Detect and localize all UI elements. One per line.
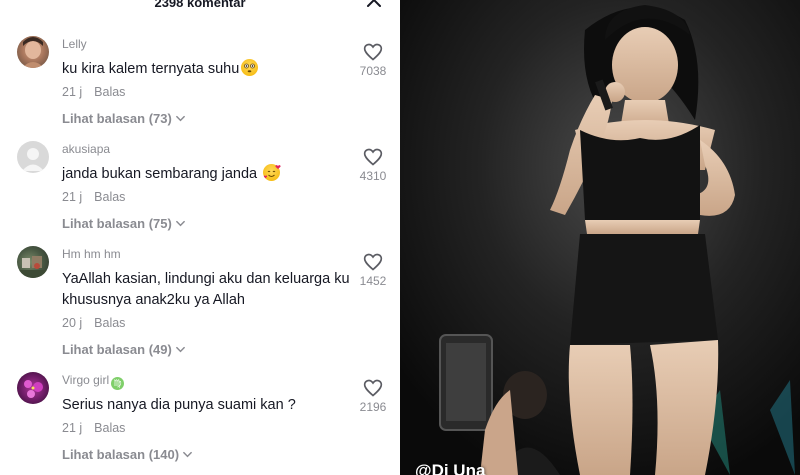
like-control: 4310 bbox=[356, 147, 390, 183]
reply-button[interactable]: Balas bbox=[94, 421, 125, 435]
video-frame[interactable]: @Dj Una bbox=[400, 0, 800, 475]
heart-icon[interactable] bbox=[363, 42, 383, 62]
view-replies-label: Lihat balasan (49) bbox=[62, 342, 172, 357]
comment-meta: 20 j Balas bbox=[62, 316, 125, 330]
view-replies-label: Lihat balasan (140) bbox=[62, 447, 180, 462]
comment-time: 21 j bbox=[62, 190, 83, 204]
avatar[interactable] bbox=[17, 372, 49, 404]
close-icon[interactable] bbox=[364, 0, 384, 10]
view-replies-label: Lihat balasan (75) bbox=[62, 216, 172, 231]
video-still bbox=[400, 0, 800, 475]
chevron-down-icon bbox=[175, 115, 185, 122]
comments-header: 2398 komentar bbox=[0, 0, 400, 14]
reply-button[interactable]: Balas bbox=[94, 316, 125, 330]
comment-meta: 21 j Balas bbox=[62, 190, 125, 204]
like-control: 2196 bbox=[356, 378, 390, 414]
view-replies-button[interactable]: Lihat balasan (75) bbox=[62, 216, 186, 231]
comment-time: 20 j bbox=[62, 316, 83, 330]
comment-text: Serius nanya dia punya suami kan ? bbox=[62, 397, 296, 413]
heart-icon[interactable] bbox=[363, 147, 383, 167]
comment-text-body: ku kira kalem ternyata suhu bbox=[62, 61, 240, 77]
reply-button[interactable]: Balas bbox=[94, 85, 125, 99]
video-watermark: @Dj Una bbox=[415, 461, 486, 475]
comment-username[interactable]: Lelly bbox=[62, 37, 87, 51]
comment-meta: 21 j Balas bbox=[62, 85, 125, 99]
comment-username[interactable]: Hm hm hm bbox=[62, 247, 121, 261]
flushed-face-icon bbox=[241, 59, 259, 76]
avatar[interactable] bbox=[17, 36, 49, 68]
comment-username[interactable]: Virgo girl ♍ bbox=[62, 373, 125, 390]
avatar[interactable] bbox=[17, 141, 49, 173]
view-replies-button[interactable]: Lihat balasan (73) bbox=[62, 111, 186, 126]
heart-icon[interactable] bbox=[363, 378, 383, 398]
like-control: 7038 bbox=[356, 42, 390, 78]
comments-panel: 2398 komentar Lelly ku kira kalem ternya… bbox=[0, 0, 400, 475]
chevron-down-icon bbox=[183, 451, 192, 458]
avatar[interactable] bbox=[17, 246, 49, 278]
view-replies-label: Lihat balasan (73) bbox=[62, 111, 172, 126]
comment-text: janda bukan sembarang janda bbox=[62, 164, 352, 185]
heart-icon[interactable] bbox=[363, 252, 383, 272]
reply-button[interactable]: Balas bbox=[94, 190, 125, 204]
comment-text: YaAllah kasian, lindungi aku dan keluarg… bbox=[62, 271, 350, 308]
comment-username[interactable]: akusiapa bbox=[62, 142, 110, 156]
virgo-sign-icon: ♍ bbox=[111, 377, 125, 390]
like-count: 4310 bbox=[359, 169, 387, 183]
comment-count: 2398 komentar bbox=[154, 0, 246, 10]
comment-meta: 21 j Balas bbox=[62, 421, 125, 435]
comment-username-text: Virgo girl bbox=[62, 373, 110, 387]
chevron-down-icon bbox=[175, 346, 185, 353]
like-count: 2196 bbox=[359, 400, 387, 414]
comment-text-body: janda bukan sembarang janda bbox=[62, 166, 258, 182]
view-replies-button[interactable]: Lihat balasan (140) bbox=[62, 447, 193, 462]
view-replies-button[interactable]: Lihat balasan (49) bbox=[62, 342, 186, 357]
like-count: 1452 bbox=[359, 274, 387, 288]
chevron-down-icon bbox=[175, 220, 185, 227]
comment-time: 21 j bbox=[62, 85, 83, 99]
smiling-face-with-hearts-icon bbox=[263, 164, 281, 181]
comment-text: ku kira kalem ternyata suhu bbox=[62, 59, 352, 80]
comment-time: 21 j bbox=[62, 421, 83, 435]
like-count: 7038 bbox=[359, 64, 387, 78]
like-control: 1452 bbox=[356, 252, 390, 288]
